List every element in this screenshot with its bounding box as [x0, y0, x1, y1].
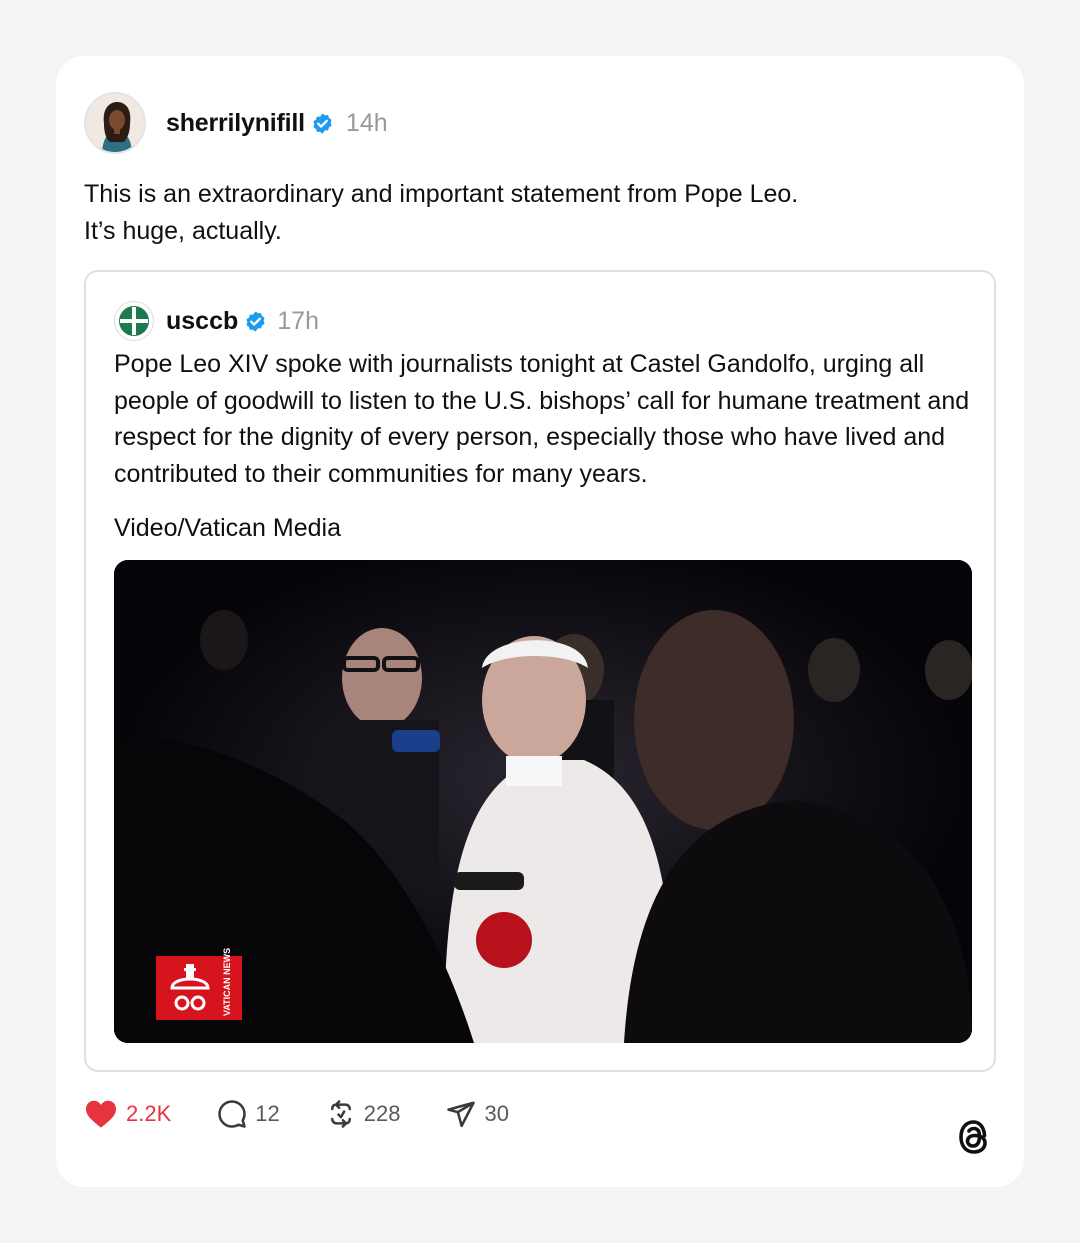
reply-count: 12: [255, 1101, 280, 1126]
verified-badge-icon: [313, 112, 332, 134]
threads-logo-icon[interactable]: [954, 1116, 994, 1158]
vatican-news-label: VATICAN NEWS: [222, 948, 232, 1016]
author-avatar[interactable]: [84, 92, 146, 154]
repost-icon: [330, 1100, 351, 1128]
like-count: 2.2K: [126, 1101, 172, 1126]
send-icon: [447, 1101, 476, 1128]
quoted-post-header: usccb 17h: [114, 300, 319, 342]
video-frame: VATICAN NEWS: [114, 560, 972, 1043]
vatican-news-watermark: VATICAN NEWS: [156, 948, 242, 1020]
quoted-post-text: Pope Leo XIV spoke with journalists toni…: [114, 350, 970, 488]
post-card: sherrilynifill 14h This is an extraordin…: [56, 56, 1024, 1187]
share-count: 30: [484, 1101, 509, 1126]
repost-button[interactable]: 228: [326, 1099, 401, 1129]
post-timestamp: 14h: [345, 108, 388, 137]
post-text-line: It’s huge, actually.: [84, 217, 282, 245]
video-player[interactable]: VATICAN NEWS: [114, 560, 972, 1043]
reply-button[interactable]: 12: [217, 1099, 280, 1129]
quoted-post[interactable]: usccb 17h Pope Leo XIV spoke with journa…: [84, 270, 996, 1072]
share-button[interactable]: 30: [446, 1099, 509, 1129]
post-header: sherrilynifill 14h: [84, 90, 388, 156]
like-button[interactable]: 2.2K: [84, 1099, 171, 1129]
post-text-line: This is an extraordinary and important s…: [84, 180, 799, 208]
post-actions: 2.2K 12 228 30: [84, 1096, 555, 1132]
repost-count: 228: [363, 1101, 401, 1126]
quoted-post-timestamp: 17h: [277, 306, 319, 335]
post-text: This is an extraordinary and important s…: [84, 176, 984, 250]
quoted-author-avatar[interactable]: [114, 301, 154, 341]
quoted-post-credit: Video/Vatican Media: [114, 514, 342, 542]
verified-badge-icon: [246, 310, 265, 332]
usccb-logo-icon: [119, 306, 149, 336]
quoted-author-username[interactable]: usccb: [166, 307, 238, 336]
heart-icon: [86, 1100, 116, 1128]
comment-icon: [218, 1100, 247, 1128]
author-username[interactable]: sherrilynifill: [166, 109, 305, 138]
